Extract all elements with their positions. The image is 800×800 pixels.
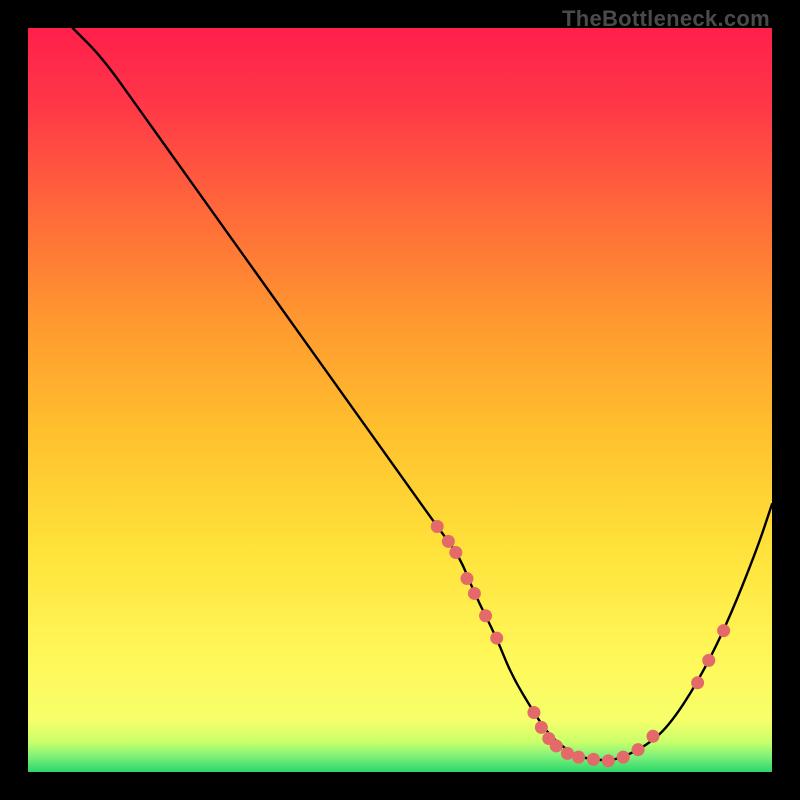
data-marker (691, 676, 704, 689)
data-marker (527, 706, 540, 719)
chart-frame (28, 28, 772, 772)
watermark-text: TheBottleneck.com (562, 6, 770, 32)
data-marker (550, 739, 563, 752)
data-marker (535, 721, 548, 734)
data-marker (587, 753, 600, 766)
data-marker (602, 754, 615, 767)
data-marker (490, 632, 503, 645)
data-marker (460, 572, 473, 585)
gradient-background (28, 28, 772, 772)
data-marker (646, 730, 659, 743)
data-marker (717, 624, 730, 637)
data-marker (468, 587, 481, 600)
data-marker (617, 751, 630, 764)
data-marker (479, 609, 492, 622)
data-marker (431, 520, 444, 533)
data-marker (702, 654, 715, 667)
data-marker (561, 747, 574, 760)
data-marker (632, 743, 645, 756)
data-marker (442, 535, 455, 548)
data-marker (449, 546, 462, 559)
bottleneck-chart (28, 28, 772, 772)
data-marker (572, 751, 585, 764)
